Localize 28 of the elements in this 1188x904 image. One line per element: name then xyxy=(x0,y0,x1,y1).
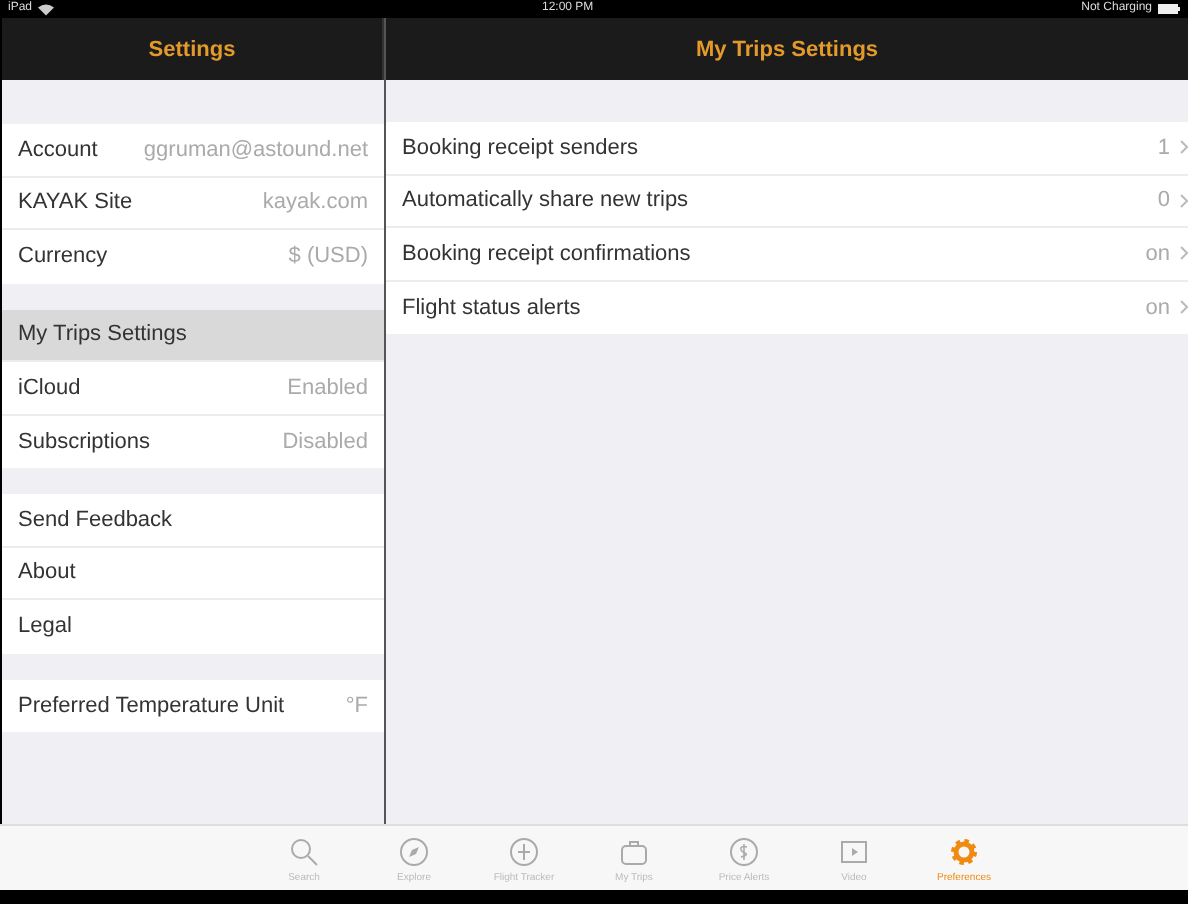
settings-item[interactable]: Preferred Temperature Unit °F xyxy=(2,679,384,732)
settings-icon xyxy=(948,836,980,868)
chevron-icon xyxy=(1180,300,1188,315)
settings-row[interactable]: Automatically share new trips 0 xyxy=(386,175,1188,228)
page-title: My Trips Settings xyxy=(695,37,879,61)
compass-icon xyxy=(398,836,430,868)
settings-item[interactable]: Currency $ (USD) xyxy=(2,230,384,283)
settings-item[interactable]: iCloud Enabled xyxy=(2,362,384,415)
settings-item[interactable]: Legal xyxy=(2,600,384,653)
sidebar-title: Settings xyxy=(148,37,236,61)
settings-item[interactable]: About xyxy=(2,547,384,600)
settings-item[interactable]: KAYAK Site kayak.com xyxy=(2,177,384,230)
chevron-icon xyxy=(1180,193,1188,208)
settings-row[interactable]: Booking receipt senders 1 xyxy=(386,122,1188,175)
chevron-icon xyxy=(1180,246,1188,261)
settings-item[interactable]: Subscriptions Disabled xyxy=(2,415,384,468)
battery-icon xyxy=(1158,4,1180,14)
settings-row[interactable]: Flight status alerts on xyxy=(386,281,1188,334)
settings-item[interactable]: Account ggruman@astound.net xyxy=(2,124,384,177)
play-icon xyxy=(838,836,870,868)
chevron-icon xyxy=(1180,140,1188,155)
suitcase-icon xyxy=(618,836,650,868)
settings-row[interactable]: Booking receipt confirmations on xyxy=(386,228,1188,281)
search-icon xyxy=(288,836,320,868)
wifi-icon xyxy=(38,3,55,15)
dollar-circle-icon xyxy=(728,836,760,868)
settings-item[interactable]: Send Feedback xyxy=(2,494,384,547)
settings-item[interactable]: My Trips Settings xyxy=(2,309,384,362)
